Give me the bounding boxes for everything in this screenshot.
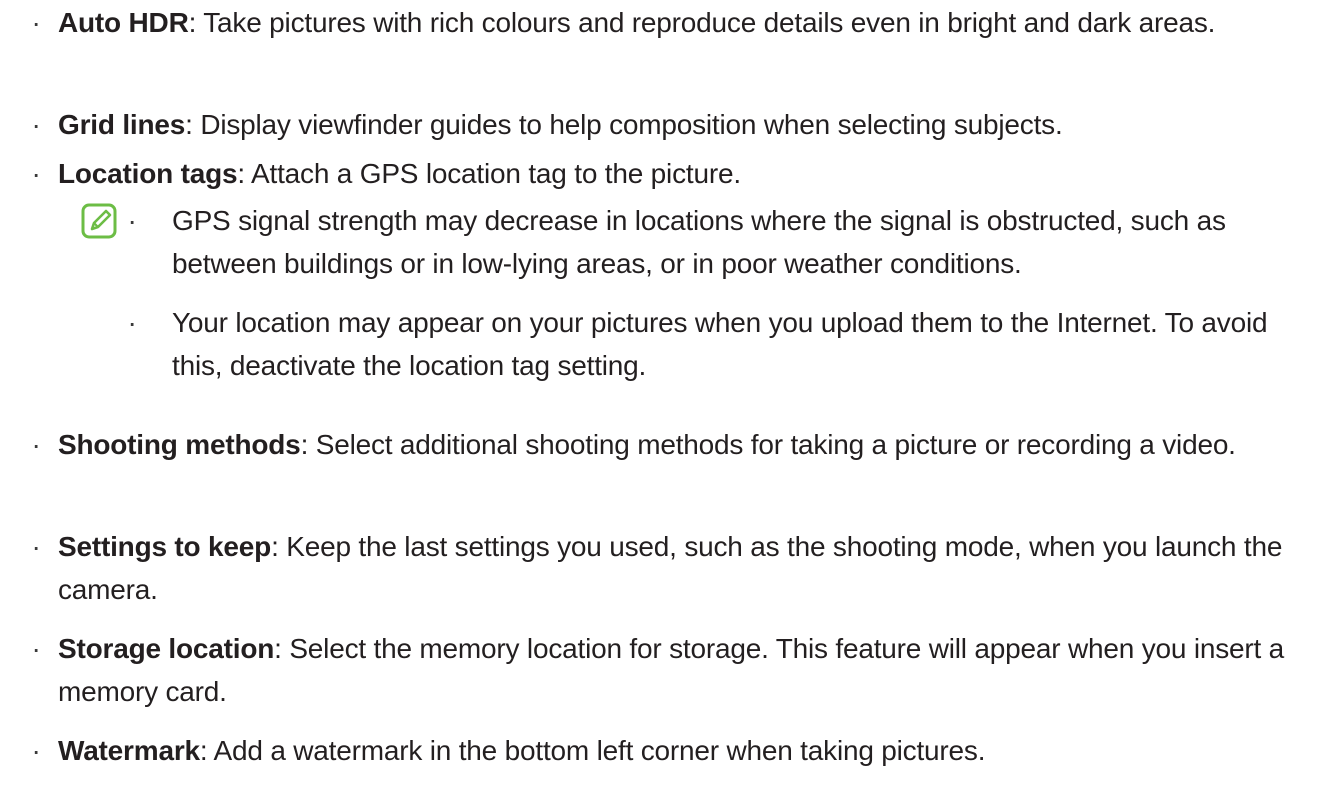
term-label: Settings to keep xyxy=(58,531,272,562)
list-item-auto-hdr: · Auto HDR: Take pictures with rich colo… xyxy=(31,1,1318,44)
note-item-location-privacy: · Your location may appear on your pictu… xyxy=(127,301,1322,387)
document-page: · Auto HDR: Take pictures with rich colo… xyxy=(0,0,1336,808)
note-block: · GPS signal strength may decrease in lo… xyxy=(80,200,1320,460)
note-pencil-icon xyxy=(81,203,117,239)
list-item-grid-lines: · Grid lines: Display viewfinder guides … xyxy=(31,103,1318,146)
term-description: : Add a watermark in the bottom left cor… xyxy=(199,735,986,766)
bullet: · xyxy=(31,735,41,766)
term-label: Storage location xyxy=(58,633,275,664)
term-description: : Take pictures with rich colours and re… xyxy=(188,7,1216,38)
bullet: · xyxy=(127,205,137,236)
term-label: Location tags xyxy=(58,158,238,189)
term-label: Shooting methods xyxy=(58,429,301,460)
note-text: Your location may appear on your picture… xyxy=(172,307,1268,381)
list-item-settings-to-keep: · Settings to keep: Keep the last settin… xyxy=(31,525,1318,611)
bullet: · xyxy=(31,109,41,140)
note-text: GPS signal strength may decrease in loca… xyxy=(172,205,1226,279)
term-description: : Attach a GPS location tag to the pictu… xyxy=(237,158,741,189)
term-label: Grid lines xyxy=(58,109,186,140)
bullet: · xyxy=(31,531,41,562)
list-item-location-tags: · Location tags: Attach a GPS location t… xyxy=(31,152,1318,195)
bullet: · xyxy=(127,307,137,338)
list-item-watermark: · Watermark: Add a watermark in the bott… xyxy=(31,729,1318,772)
term-description: : Display viewfinder guides to help comp… xyxy=(185,109,1063,140)
note-item-gps-signal: · GPS signal strength may decrease in lo… xyxy=(127,199,1322,285)
list-item-storage-location: · Storage location: Select the memory lo… xyxy=(31,627,1318,713)
bullet: · xyxy=(31,429,41,460)
bullet: · xyxy=(31,633,41,664)
term-label: Watermark xyxy=(58,735,200,766)
term-description: : Select additional shooting methods for… xyxy=(300,429,1236,460)
list-item-shooting-methods: · Shooting methods: Select additional sh… xyxy=(31,423,1318,466)
term-label: Auto HDR xyxy=(58,7,189,38)
bullet: · xyxy=(31,158,41,189)
bullet: · xyxy=(31,7,41,38)
